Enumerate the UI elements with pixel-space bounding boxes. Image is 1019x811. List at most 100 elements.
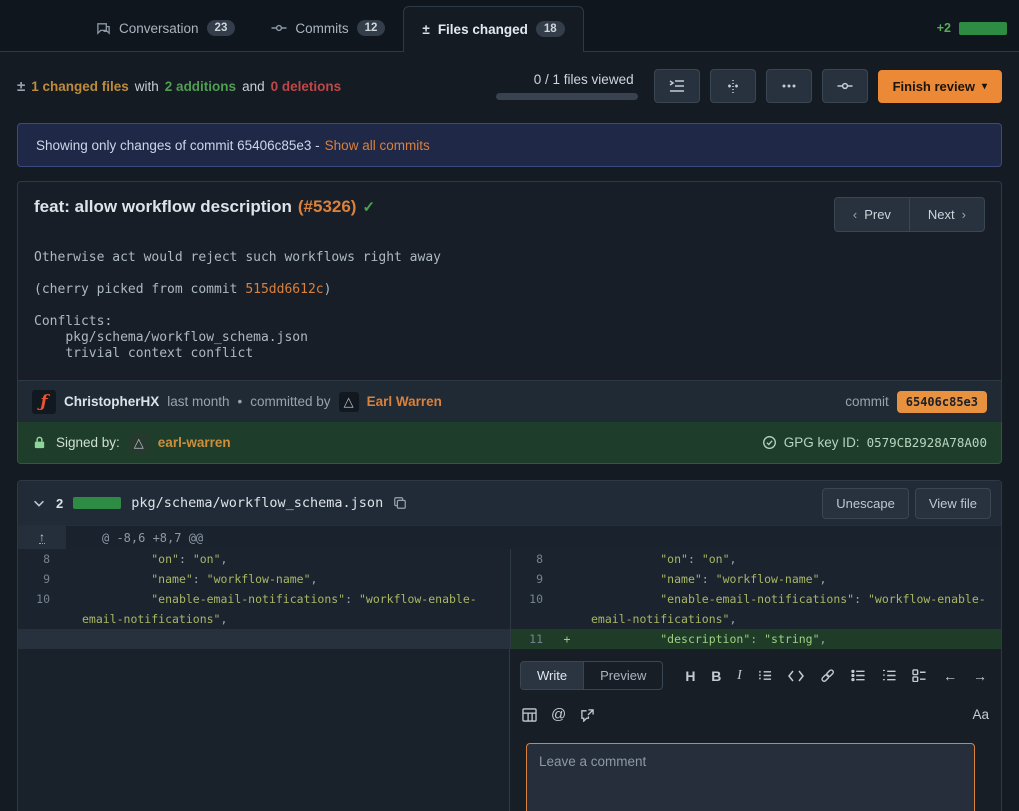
next-label: Next xyxy=(928,207,955,222)
code-line: "name": "workflow-name", xyxy=(62,569,510,589)
comment-input[interactable] xyxy=(526,743,975,811)
diff-left-filler xyxy=(18,649,510,811)
old-line-number[interactable]: 10 xyxy=(18,589,62,629)
summary-text: and xyxy=(242,79,265,94)
write-tab[interactable]: Write xyxy=(521,662,584,689)
redo-arrow-icon[interactable]: → xyxy=(973,668,987,684)
new-line-number[interactable]: 10 xyxy=(511,589,555,629)
undo-arrow-icon[interactable]: ← xyxy=(943,668,957,684)
author-avatar[interactable]: ƒ xyxy=(32,390,56,414)
cherry-pick-commit-link[interactable]: 515dd6612c xyxy=(245,282,323,297)
code-line: "on": "on", xyxy=(62,549,510,569)
gpg-key-id: 0579CB2928A78A00 xyxy=(867,435,987,450)
commit-label: commit xyxy=(845,394,889,409)
conversation-icon xyxy=(96,21,111,36)
heading-icon[interactable]: H xyxy=(685,668,695,684)
diff-options-button[interactable] xyxy=(766,69,812,103)
files-changed-count-badge: 18 xyxy=(536,21,565,37)
files-viewed: 0 / 1 files viewed xyxy=(496,72,638,100)
changed-files-link[interactable]: 1 changed files xyxy=(31,79,129,94)
file-diffstat-bar xyxy=(73,497,121,509)
tab-conversation-label: Conversation xyxy=(119,21,199,36)
diff-row: 9 "name": "workflow-name", xyxy=(511,569,1001,589)
author-name-link[interactable]: ChristopherHX xyxy=(64,394,159,409)
hunk-header-row: ↑ @ -8,6 +8,7 @@ xyxy=(18,525,1001,549)
signed-by-label: Signed by: xyxy=(56,435,120,450)
preview-tab[interactable]: Preview xyxy=(584,662,662,689)
diff-row-added: 11 + "description": "string", xyxy=(511,629,1001,649)
show-all-commits-link[interactable]: Show all commits xyxy=(325,138,430,153)
finish-review-label: Finish review xyxy=(893,79,975,94)
file-path: pkg/schema/workflow_schema.json xyxy=(131,495,383,511)
numbered-list-icon[interactable] xyxy=(882,669,897,682)
diff-icon: ± xyxy=(422,22,429,37)
file-diff-header: 2 pkg/schema/workflow_schema.json Unesca… xyxy=(18,481,1001,525)
tab-commits[interactable]: Commits 12 xyxy=(253,6,403,51)
diff-sign xyxy=(555,549,579,569)
file-tree-toggle-button[interactable] xyxy=(654,69,700,103)
bold-icon[interactable]: B xyxy=(711,668,721,684)
code-line: "on": "on", xyxy=(579,549,1001,569)
mention-icon[interactable]: @ xyxy=(551,706,566,723)
diff-sign xyxy=(555,569,579,589)
conversation-count-badge: 23 xyxy=(207,20,236,36)
committed-by-label: committed by xyxy=(250,394,330,409)
signer-name-link[interactable]: earl-warren xyxy=(158,435,231,450)
author-avatar-logo: ƒ xyxy=(40,392,47,412)
expand-hunk-button[interactable]: ↑ xyxy=(18,526,66,549)
committer-avatar[interactable]: △ xyxy=(339,392,359,412)
diff-summary-row: ± 1 changed files with 2 additions and 0… xyxy=(17,62,1002,110)
committer-name-link[interactable]: Earl Warren xyxy=(367,394,442,409)
commits-icon xyxy=(271,20,287,36)
old-line-number[interactable]: 9 xyxy=(18,569,62,589)
old-line-number[interactable]: 8 xyxy=(18,549,62,569)
unescape-button[interactable]: Unescape xyxy=(822,488,909,519)
signer-avatar[interactable]: △ xyxy=(129,433,149,453)
font-switch-button[interactable]: Aa xyxy=(972,707,989,722)
commit-select-button[interactable] xyxy=(822,69,868,103)
commit-sha-badge[interactable]: 65406c85e3 xyxy=(897,391,987,413)
commit-time: last month xyxy=(167,394,229,409)
next-commit-button[interactable]: Next › xyxy=(910,197,985,232)
inline-comment-row: Write Preview H B I xyxy=(18,649,1001,811)
issue-ref-link[interactable]: (#5326) xyxy=(298,197,357,217)
single-commit-notice: Showing only changes of commit 65406c85e… xyxy=(17,123,1002,167)
commit-message-box: feat: allow workflow description (#5326)… xyxy=(17,181,1002,422)
tab-files-changed[interactable]: ± Files changed 18 xyxy=(403,6,583,52)
files-viewed-progressbar xyxy=(496,93,638,100)
new-line-number[interactable]: 11 xyxy=(511,629,555,649)
signer-avatar-triangle: △ xyxy=(134,435,144,451)
code-line: "enable-email-notifications": "workflow-… xyxy=(579,589,1001,629)
pr-diffstat: +2 xyxy=(937,21,1007,51)
copy-path-icon[interactable] xyxy=(393,496,407,510)
finish-review-button[interactable]: Finish review ▾ xyxy=(878,70,1002,103)
commit-status-check-icon[interactable]: ✓ xyxy=(362,198,375,216)
caret-down-icon: ▾ xyxy=(982,81,987,92)
code-icon[interactable] xyxy=(788,670,804,682)
tab-conversation[interactable]: Conversation 23 xyxy=(78,6,253,51)
bullet-list-icon[interactable] xyxy=(851,669,866,682)
task-list-icon[interactable] xyxy=(912,669,927,682)
reference-icon[interactable] xyxy=(580,708,595,722)
code-line: "enable-email-notifications": "workflow-… xyxy=(62,589,510,629)
diffstat-added-label: +2 xyxy=(937,21,951,35)
file-change-count: 2 xyxy=(56,496,63,511)
diff-row: 8 "on": "on", xyxy=(511,549,1001,569)
collapse-file-chevron-icon[interactable] xyxy=(32,496,46,510)
whitespace-options-button[interactable] xyxy=(710,69,756,103)
diff-sign xyxy=(555,589,579,629)
empty-diff-placeholder-row xyxy=(18,629,510,649)
table-icon[interactable] xyxy=(522,708,537,722)
new-line-number[interactable]: 8 xyxy=(511,549,555,569)
added-sign: + xyxy=(555,629,579,649)
quote-icon[interactable] xyxy=(758,669,773,682)
file-diff-box: 2 pkg/schema/workflow_schema.json Unesca… xyxy=(17,480,1002,811)
new-line-number[interactable]: 9 xyxy=(511,569,555,589)
diff-row: 8 "on": "on", xyxy=(18,549,510,569)
files-viewed-label: 0 / 1 files viewed xyxy=(534,72,638,87)
link-icon[interactable] xyxy=(820,668,835,683)
italic-icon[interactable]: I xyxy=(737,668,742,684)
prev-commit-button[interactable]: ‹ Prev xyxy=(834,197,910,232)
code-line: "name": "workflow-name", xyxy=(579,569,1001,589)
view-file-button[interactable]: View file xyxy=(915,488,991,519)
